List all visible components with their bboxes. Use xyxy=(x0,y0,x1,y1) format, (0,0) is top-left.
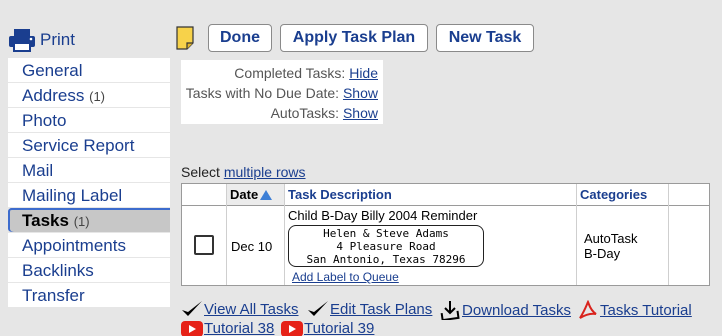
sidebar-item-label: Transfer xyxy=(22,286,85,305)
tasks-table: Date Task Description Categories Dec 10 … xyxy=(181,183,710,286)
add-label-to-queue-link[interactable]: Add Label to Queue xyxy=(292,270,399,284)
sort-ascending-icon xyxy=(260,190,273,200)
checkmark-icon xyxy=(182,301,202,316)
autotasks-filter: AutoTasks: Show xyxy=(181,103,383,123)
main-panel: Done Apply Task Plan New Task Completed … xyxy=(176,0,722,336)
nodue-show-link[interactable]: Show xyxy=(343,85,378,101)
download-tasks-label: Download Tasks xyxy=(462,301,571,319)
sidebar-item-service-report[interactable]: Service Report xyxy=(8,133,170,158)
sidebar-item-label: Service Report xyxy=(22,136,135,155)
completed-filter: Completed Tasks: Hide xyxy=(181,63,383,83)
sticky-note-icon[interactable] xyxy=(176,26,194,50)
tutorial-39-label: Tutorial 39 xyxy=(304,320,375,336)
column-divider xyxy=(226,184,227,285)
view-all-tasks-link[interactable]: View All Tasks xyxy=(181,300,299,318)
column-divider xyxy=(668,184,669,285)
select-multiple-link[interactable]: multiple rows xyxy=(224,164,306,180)
download-icon xyxy=(440,301,460,320)
address-label: Helen & Steve Adams 4 Pleasure Road San … xyxy=(288,225,484,267)
nodue-filter: Tasks with No Due Date: Show xyxy=(181,83,383,103)
autotasks-show-link[interactable]: Show xyxy=(343,105,378,121)
sidebar-item-transfer[interactable]: Transfer xyxy=(8,283,170,308)
view-all-tasks-label: View All Tasks xyxy=(204,300,299,318)
address-line: San Antonio, Texas 78296 xyxy=(306,253,466,266)
sidebar-item-label: Address xyxy=(22,86,85,105)
completed-hide-link[interactable]: Hide xyxy=(349,65,378,81)
tutorial-38-label: Tutorial 38 xyxy=(204,320,275,336)
sidebar-item-label: Photo xyxy=(22,111,67,130)
task-description[interactable]: Child B-Day Billy 2004 Reminder xyxy=(288,208,477,223)
print-button[interactable]: Print xyxy=(8,26,75,54)
done-button[interactable]: Done xyxy=(208,24,272,52)
apply-task-plan-button[interactable]: Apply Task Plan xyxy=(280,24,428,52)
checkmark-icon xyxy=(308,301,328,316)
column-divider xyxy=(284,184,285,285)
completed-label: Completed Tasks: xyxy=(234,65,346,81)
row-select-checkbox[interactable] xyxy=(194,235,214,255)
filter-panel: Completed Tasks: Hide Tasks with No Due … xyxy=(181,60,383,124)
header-categories[interactable]: Categories xyxy=(576,184,668,206)
download-tasks-link[interactable]: Download Tasks xyxy=(439,300,571,320)
sidebar-item-label: Appointments xyxy=(22,236,126,255)
sidebar-item-tasks[interactable]: Tasks (1) xyxy=(8,208,170,233)
category-item: B-Day xyxy=(584,246,621,261)
sidebar-item-mail[interactable]: Mail xyxy=(8,158,170,183)
sidebar-item-photo[interactable]: Photo xyxy=(8,108,170,133)
sidebar-item-label: General xyxy=(22,61,83,80)
header-date-label: Date xyxy=(230,187,259,202)
task-date: Dec 10 xyxy=(231,239,273,254)
sidebar-item-label: Tasks xyxy=(22,211,69,230)
tasks-tutorial-label: Tasks Tutorial xyxy=(600,301,692,319)
new-task-button[interactable]: New Task xyxy=(436,24,534,52)
sidebar-item-label: Backlinks xyxy=(22,261,94,280)
sidebar-nav: General Address (1) Photo Service Report… xyxy=(8,58,170,308)
video-play-icon xyxy=(281,320,303,336)
address-line: 4 Pleasure Road xyxy=(336,240,436,253)
sidebar-item-label: Mail xyxy=(22,161,54,180)
address-line: Helen & Steve Adams xyxy=(323,227,449,240)
column-divider xyxy=(576,184,577,285)
print-label: Print xyxy=(40,30,75,49)
header-extra xyxy=(668,184,709,206)
sidebar-item-general[interactable]: General xyxy=(8,58,170,83)
tutorial-38-link[interactable]: Tutorial 38 xyxy=(181,320,274,336)
category-item: AutoTask xyxy=(584,231,638,246)
autotasks-label: AutoTasks: xyxy=(270,105,340,121)
select-prefix: Select xyxy=(181,164,220,180)
sidebar: Print General Address (1) Photo Service … xyxy=(0,0,170,336)
task-categories: AutoTask B-Day xyxy=(584,231,637,261)
sidebar-item-address[interactable]: Address (1) xyxy=(8,83,170,108)
video-play-icon xyxy=(181,320,203,336)
pdf-icon xyxy=(579,300,597,319)
edit-task-plans-label: Edit Task Plans xyxy=(330,300,433,318)
printer-icon xyxy=(9,29,35,52)
sidebar-item-count: (1) xyxy=(73,214,90,229)
header-description[interactable]: Task Description xyxy=(284,184,576,206)
sidebar-item-mailing-label[interactable]: Mailing Label xyxy=(8,183,170,208)
sidebar-item-backlinks[interactable]: Backlinks xyxy=(8,258,170,283)
header-date[interactable]: Date xyxy=(226,184,284,206)
tasks-tutorial-link[interactable]: Tasks Tutorial xyxy=(577,300,692,320)
sidebar-item-appointments[interactable]: Appointments xyxy=(8,233,170,258)
sidebar-item-count: (1) xyxy=(89,89,105,104)
nodue-label: Tasks with No Due Date: xyxy=(185,85,340,101)
select-row: Select multiple rows xyxy=(181,164,306,180)
sidebar-item-label: Mailing Label xyxy=(22,186,123,205)
header-select xyxy=(182,184,226,206)
tutorial-39-link[interactable]: Tutorial 39 xyxy=(281,320,374,336)
edit-task-plans-link[interactable]: Edit Task Plans xyxy=(307,300,432,318)
